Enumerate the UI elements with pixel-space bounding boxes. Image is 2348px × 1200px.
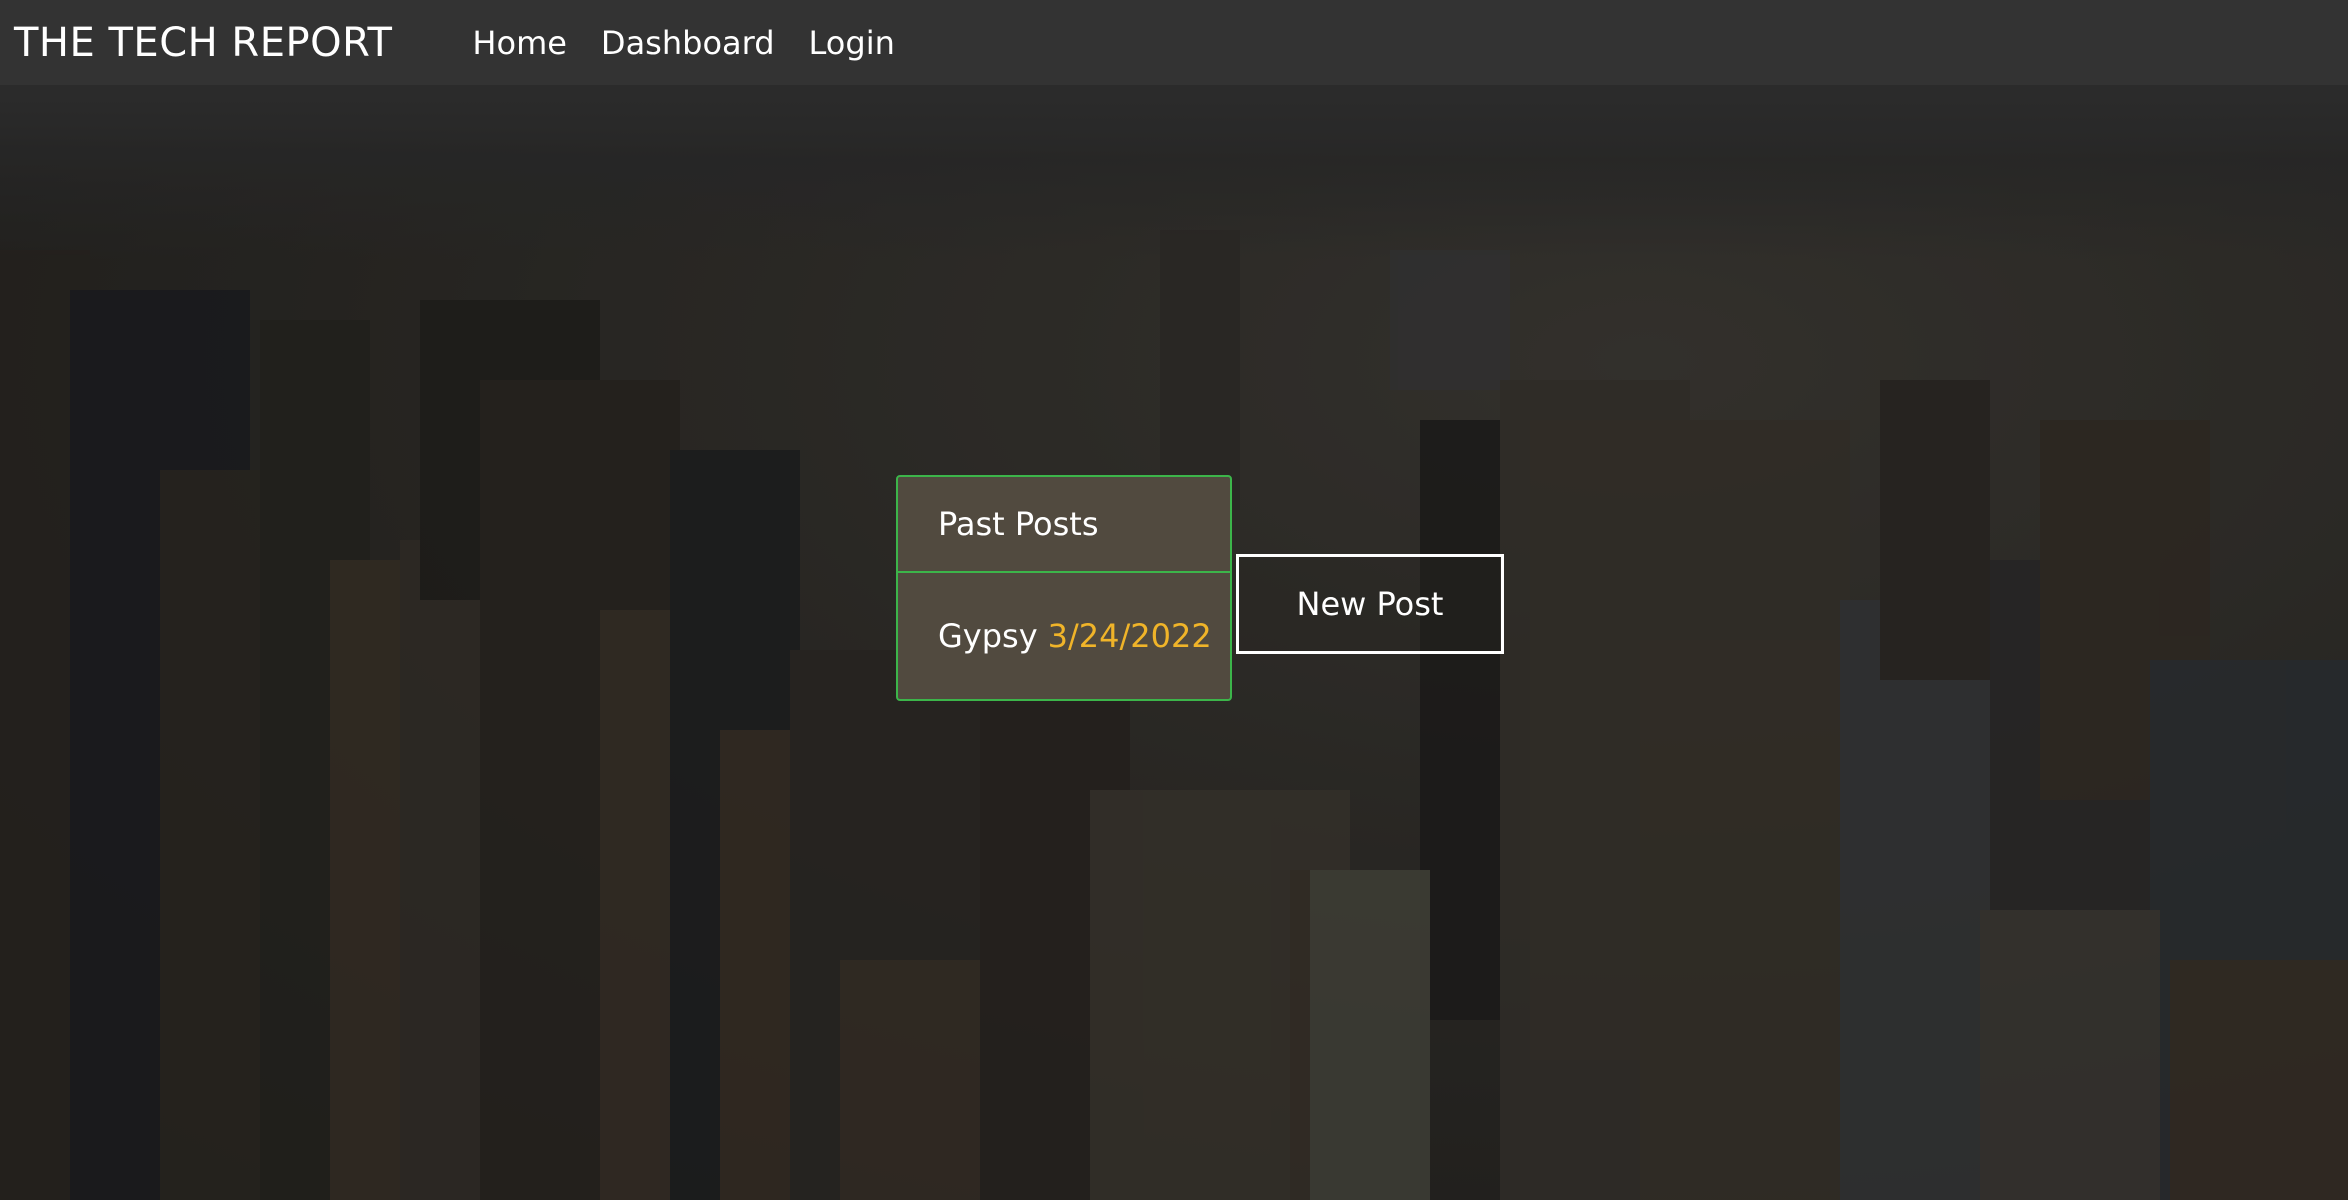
post-title: Gypsy [938,617,1038,655]
new-post-button[interactable]: New Post [1236,554,1504,654]
past-posts-title: Past Posts [898,477,1230,573]
nav-links: Home Dashboard Login [472,24,928,62]
nav-link-dashboard[interactable]: Dashboard [601,24,775,62]
post-date: 3/24/2022 [1047,617,1212,655]
nav-link-login[interactable]: Login [809,24,895,62]
site-brand[interactable]: THE TECH REPORT [14,20,392,66]
post-list-item[interactable]: Gypsy 3/24/2022 [898,573,1230,699]
top-navbar: THE TECH REPORT Home Dashboard Login [0,0,2348,85]
nav-link-home[interactable]: Home [472,24,567,62]
past-posts-panel: Past Posts Gypsy 3/24/2022 [896,475,1232,701]
page: THE TECH REPORT Home Dashboard Login Pas… [0,0,2348,1200]
